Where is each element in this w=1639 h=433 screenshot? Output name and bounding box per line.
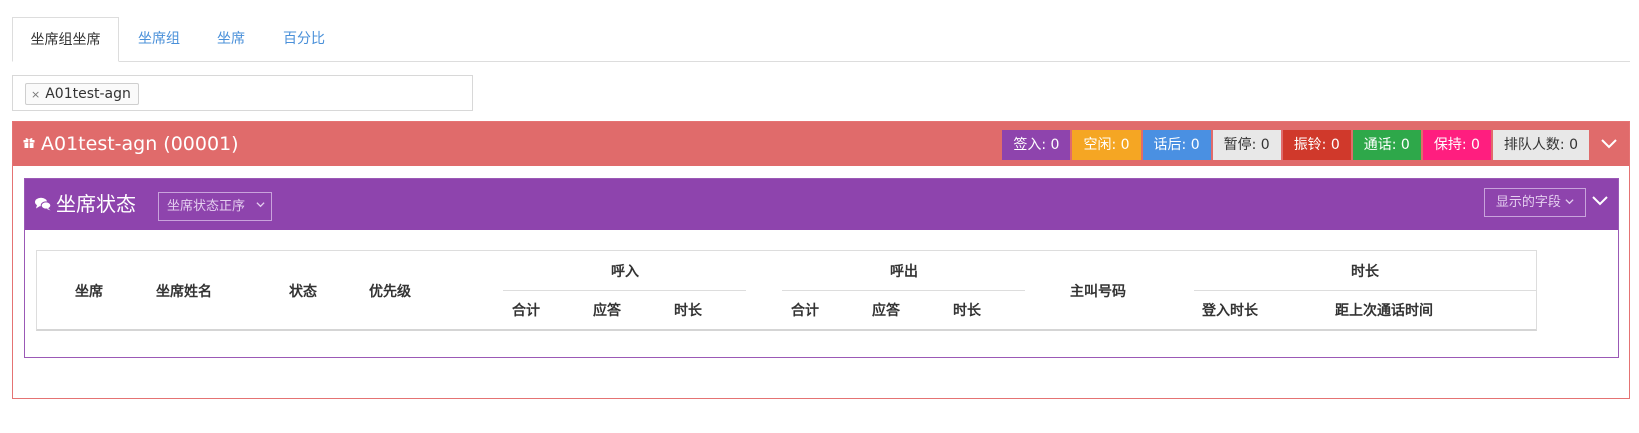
col-login-duration[interactable]: 登入时长	[1202, 300, 1258, 320]
col-inbound-answered[interactable]: 应答	[593, 300, 621, 320]
tab-agent-group-agents[interactable]: 坐席组坐席	[12, 17, 119, 62]
agent-group-panel: A01test-agn (00001) 签入: 0 空闲: 0 话后: 0 暂停: 0…	[12, 121, 1630, 399]
tab-agents[interactable]: 坐席	[206, 17, 256, 61]
visible-fields-label: 显示的字段	[1495, 195, 1561, 210]
signin-count-badge[interactable]: 签入: 0	[1002, 130, 1071, 160]
col-outbound-answered[interactable]: 应答	[872, 300, 900, 320]
selected-tag-label: A01test-agn	[45, 86, 131, 102]
idle-count-badge[interactable]: 空闲: 0	[1072, 130, 1141, 160]
agent-status-panel: 坐席状态 坐席状态正序 显示的字段 坐席 坐席姓名 状态 优先级 呼入 合计 应…	[24, 178, 1619, 358]
agent-status-title: 坐席状态	[35, 179, 136, 230]
comments-icon	[35, 197, 51, 210]
ringing-count-badge[interactable]: 振铃: 0	[1282, 130, 1351, 160]
col-since-last-call[interactable]: 距上次通话时间	[1335, 300, 1433, 320]
queue-count-badge[interactable]: 排队人数: 0	[1492, 130, 1589, 160]
after-call-count-badge[interactable]: 话后: 0	[1142, 130, 1211, 160]
inbound-divider	[503, 290, 746, 291]
sort-order-select[interactable]: 坐席状态正序	[158, 192, 272, 221]
col-caller-number[interactable]: 主叫号码	[1070, 281, 1126, 301]
pause-count-badge[interactable]: 暂停: 0	[1212, 130, 1281, 160]
col-outbound-duration[interactable]: 时长	[953, 300, 981, 320]
agent-group-title: A01test-agn (00001)	[23, 122, 239, 166]
col-priority[interactable]: 优先级	[369, 281, 411, 301]
outbound-divider	[782, 290, 1025, 291]
col-duration: 时长	[1351, 264, 1379, 280]
group-select-input[interactable]: × A01test-agn	[12, 75, 473, 111]
chevron-down-icon[interactable]	[1599, 134, 1619, 154]
sort-order-value: 坐席状态正序	[167, 199, 246, 214]
chevron-down-icon	[1565, 199, 1574, 205]
hold-count-badge[interactable]: 保持: 0	[1422, 130, 1491, 160]
col-agent[interactable]: 坐席	[75, 281, 103, 301]
tab-percentage[interactable]: 百分比	[272, 17, 336, 61]
agent-status-table: 坐席 坐席姓名 状态 优先级 呼入 合计 应答 时长 呼出 合计 应答 时长 主…	[36, 250, 1537, 331]
col-inbound-total[interactable]: 合计	[512, 300, 540, 320]
remove-tag-icon[interactable]: ×	[31, 88, 40, 101]
chevron-down-icon	[256, 193, 265, 220]
status-badges: 签入: 0 空闲: 0 话后: 0 暂停: 0 振铃: 0 通话: 0 保持: 0 排队人数:…	[1000, 130, 1589, 160]
tab-bar: 坐席组坐席 坐席组 坐席 百分比	[12, 17, 1630, 62]
tab-agent-groups[interactable]: 坐席组	[127, 17, 191, 61]
agent-group-header: A01test-agn (00001) 签入: 0 空闲: 0 话后: 0 暂停: 0…	[13, 122, 1629, 166]
selected-tag: × A01test-agn	[25, 83, 139, 105]
agent-group-name: A01test-agn (00001)	[41, 133, 239, 155]
chevron-down-icon[interactable]	[1590, 191, 1610, 211]
in-call-count-badge[interactable]: 通话: 0	[1352, 130, 1421, 160]
visible-fields-button[interactable]: 显示的字段	[1484, 188, 1586, 217]
col-outbound: 呼出	[890, 264, 918, 280]
col-status[interactable]: 状态	[289, 281, 317, 301]
agent-status-header: 坐席状态 坐席状态正序 显示的字段	[25, 179, 1618, 230]
col-outbound-total[interactable]: 合计	[791, 300, 819, 320]
col-inbound-duration[interactable]: 时长	[674, 300, 702, 320]
col-inbound: 呼入	[611, 264, 639, 280]
agent-status-label: 坐席状态	[56, 192, 136, 216]
col-agent-name[interactable]: 坐席姓名	[156, 281, 212, 301]
duration-divider	[1194, 290, 1537, 291]
gift-icon	[23, 138, 35, 148]
